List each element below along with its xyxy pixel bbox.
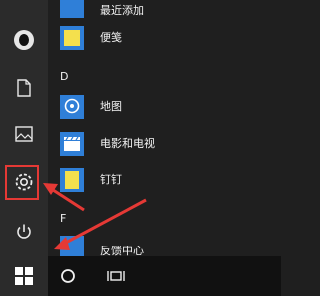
- task-view-button[interactable]: [100, 256, 132, 296]
- app-label-movies-tv: 电影和电视: [100, 137, 155, 150]
- user-avatar-icon: [14, 30, 34, 50]
- power-icon: [17, 224, 31, 239]
- search-button[interactable]: [52, 256, 84, 296]
- task-view-icon: [107, 271, 125, 281]
- recent-icon: [60, 0, 84, 18]
- dingtalk-icon: [60, 168, 84, 192]
- app-label-feedback-hub: 反馈中心: [100, 246, 144, 256]
- taskbar: [0, 256, 281, 296]
- group-letter-d[interactable]: D: [60, 70, 68, 83]
- pictures-icon: [15, 126, 33, 142]
- group-letter-f[interactable]: F: [60, 212, 66, 225]
- start-button[interactable]: [0, 256, 48, 296]
- annotation-highlight-box: [5, 165, 39, 200]
- sticky-notes-icon: [60, 26, 84, 50]
- pictures-button[interactable]: [0, 112, 48, 156]
- power-button[interactable]: [0, 210, 48, 254]
- user-avatar-button[interactable]: [0, 18, 48, 62]
- app-label-sticky-notes: 便笺: [100, 31, 122, 44]
- feedback-hub-icon: [60, 236, 84, 256]
- maps-icon: [60, 95, 84, 119]
- windows-logo-icon: [15, 267, 33, 285]
- search-circle-icon: [61, 269, 75, 283]
- documents-button[interactable]: [0, 66, 48, 110]
- app-list: 最近添加 便笺 D 地图 电影和电视 钉钉 F 反馈中心: [48, 0, 281, 256]
- document-icon: [17, 79, 31, 97]
- app-label-maps: 地图: [100, 100, 122, 113]
- start-left-rail: [0, 0, 48, 256]
- movies-tv-icon: [60, 132, 84, 156]
- app-label-recent[interactable]: 最近添加: [100, 4, 144, 18]
- app-label-dingtalk: 钉钉: [100, 173, 122, 186]
